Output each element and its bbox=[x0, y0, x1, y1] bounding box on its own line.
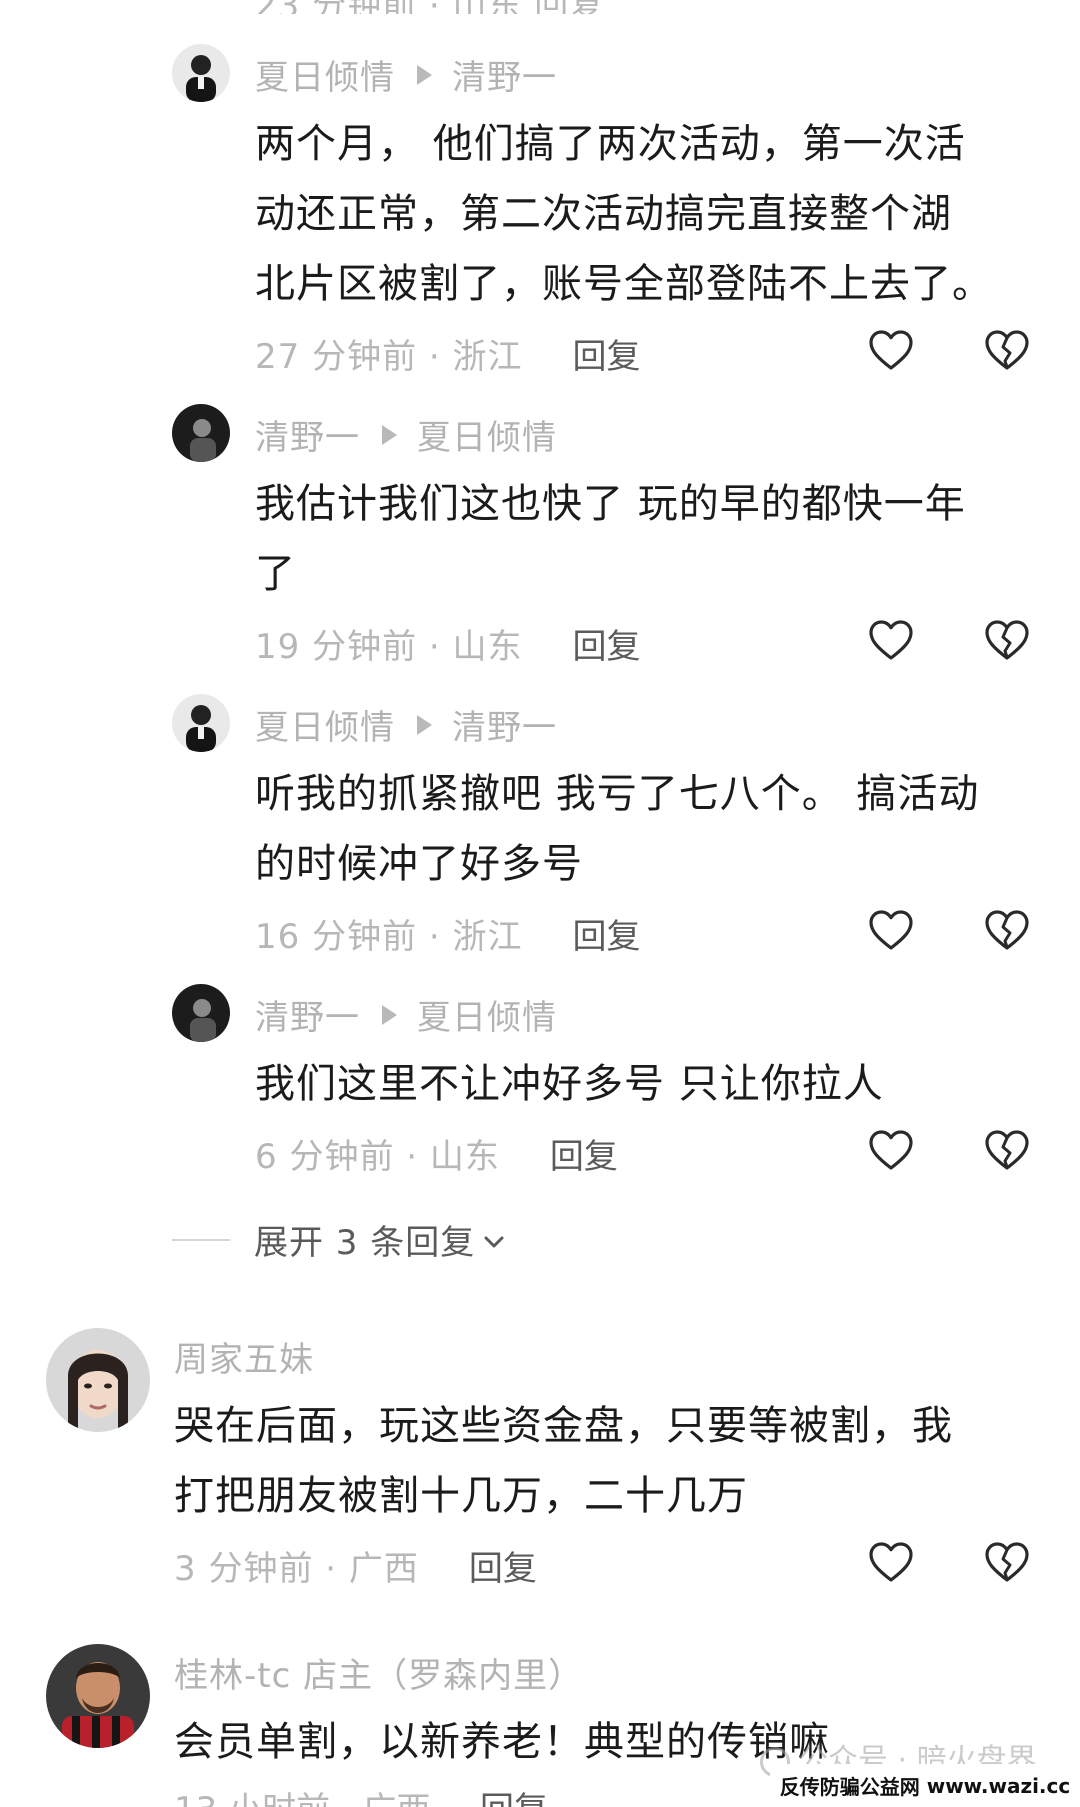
avatar[interactable] bbox=[172, 44, 230, 102]
time-location: 16 分钟前 · 浙江 bbox=[255, 917, 523, 957]
like-button[interactable] bbox=[866, 906, 916, 956]
heart-outline-icon bbox=[869, 620, 913, 660]
chevron-down-icon bbox=[484, 1236, 504, 1247]
heart-outline-icon bbox=[869, 1130, 913, 1170]
reply-button[interactable]: 回复 bbox=[480, 1786, 548, 1807]
reply-to-name[interactable]: 清野一 bbox=[452, 50, 557, 99]
author-name[interactable]: 夏日倾情 bbox=[255, 50, 395, 99]
reply-to-name[interactable]: 夏日倾情 bbox=[417, 990, 557, 1039]
time-location: 27 分钟前 · 浙江 bbox=[255, 337, 523, 377]
clipped-meta-text: 23 分钟前 · 山东 回复 bbox=[255, 0, 604, 14]
broken-heart-icon bbox=[985, 910, 1029, 950]
time-location: 13 小时前 · 广西 bbox=[174, 1786, 431, 1807]
broken-heart-icon bbox=[985, 620, 1029, 660]
broken-heart-icon bbox=[985, 1542, 1029, 1582]
avatar[interactable] bbox=[172, 984, 230, 1042]
reply-text-line: 我估计我们这也快了 玩的早的都快一年 bbox=[255, 481, 966, 527]
reply-text[interactable]: 听我的抓紧撤吧 我亏了七八个。 搞活动 的时候冲了好多号 bbox=[255, 759, 979, 899]
reply-button[interactable]: 回复 bbox=[573, 619, 641, 668]
like-button[interactable] bbox=[866, 1126, 916, 1176]
comment-header: 周家五妹 bbox=[174, 1332, 314, 1381]
divider bbox=[172, 1238, 230, 1241]
reply-button[interactable]: 回复 bbox=[550, 1129, 618, 1178]
author-name[interactable]: 桂林-tc 店主（罗森内里） bbox=[174, 1648, 583, 1697]
reply-arrow-icon bbox=[382, 424, 397, 445]
reply-item: 清野一 夏日倾情 我估计我们这也快了 玩的早的都快一年 了 19 分钟前 · 山… bbox=[0, 404, 1080, 674]
time-location: 3 分钟前 · 广西 bbox=[174, 1549, 419, 1589]
broken-heart-icon bbox=[985, 1130, 1029, 1170]
comment-item: 周家五妹 哭在后面，玩这些资金盘，只要等被割，我 打把朋友被割十几万，二十几万 … bbox=[0, 1328, 1080, 1590]
reply-meta: 27 分钟前 · 浙江 回复 bbox=[255, 329, 641, 378]
reply-header: 清野一 夏日倾情 bbox=[255, 410, 557, 459]
reply-arrow-icon bbox=[382, 1004, 397, 1025]
reply-arrow-icon bbox=[417, 64, 432, 85]
dislike-button[interactable] bbox=[982, 1126, 1032, 1176]
like-button[interactable] bbox=[866, 326, 916, 376]
broken-heart-icon bbox=[985, 330, 1029, 370]
reply-to-name[interactable]: 清野一 bbox=[452, 700, 557, 749]
reply-text-line: 两个月， 他们搞了两次活动，第一次活 bbox=[255, 121, 966, 167]
dislike-button[interactable] bbox=[982, 906, 1032, 956]
reply-meta: 16 分钟前 · 浙江 回复 bbox=[255, 909, 641, 958]
comment-text-line: 会员单割，以新养老！典型的传销嘛 bbox=[174, 1719, 830, 1765]
reply-text-line: 的时候冲了好多号 bbox=[255, 841, 583, 887]
reply-meta: 6 分钟前 · 山东 回复 bbox=[255, 1129, 618, 1178]
avatar[interactable] bbox=[46, 1328, 150, 1432]
author-name[interactable]: 清野一 bbox=[255, 410, 360, 459]
comment-text[interactable]: 哭在后面，玩这些资金盘，只要等被割，我 打把朋友被割十几万，二十几万 bbox=[174, 1391, 953, 1531]
reply-text[interactable]: 我们这里不让冲好多号 只让你拉人 bbox=[255, 1049, 884, 1119]
reply-text[interactable]: 两个月， 他们搞了两次活动，第一次活 动还正常，第二次活动搞完直接整个湖 北片区… bbox=[255, 109, 993, 319]
site-name: 反传防骗公益网 bbox=[779, 1775, 920, 1799]
avatar[interactable] bbox=[46, 1644, 150, 1748]
comment-text-line: 打把朋友被割十几万，二十几万 bbox=[174, 1473, 748, 1519]
reply-meta: 19 分钟前 · 山东 回复 bbox=[255, 619, 641, 668]
comment-header: 桂林-tc 店主（罗森内里） bbox=[174, 1648, 583, 1697]
avatar[interactable] bbox=[172, 694, 230, 752]
reply-button[interactable]: 回复 bbox=[573, 329, 641, 378]
reply-to-name[interactable]: 夏日倾情 bbox=[417, 410, 557, 459]
dislike-button[interactable] bbox=[982, 616, 1032, 666]
reply-arrow-icon bbox=[417, 714, 432, 735]
reply-text[interactable]: 我估计我们这也快了 玩的早的都快一年 了 bbox=[255, 469, 966, 609]
comment-text[interactable]: 会员单割，以新养老！典型的传销嘛 bbox=[174, 1707, 830, 1777]
like-button[interactable] bbox=[866, 1538, 916, 1588]
site-url: www.wazi.cc bbox=[926, 1773, 1071, 1798]
dislike-button[interactable] bbox=[982, 326, 1032, 376]
reply-button[interactable]: 回复 bbox=[573, 909, 641, 958]
reply-text-line: 北片区被割了，账号全部登陆不上去了。 bbox=[255, 261, 993, 307]
footer-banner: 反传防骗公益网 www.wazi.cc bbox=[770, 1764, 1080, 1807]
time-location: 19 分钟前 · 山东 bbox=[255, 627, 523, 667]
expand-replies-label: 展开 3 条回复 bbox=[254, 1223, 476, 1263]
reply-header: 清野一 夏日倾情 bbox=[255, 990, 557, 1039]
reply-text-line: 听我的抓紧撤吧 我亏了七八个。 搞活动 bbox=[255, 771, 980, 817]
reply-header: 夏日倾情 清野一 bbox=[255, 50, 557, 99]
author-name[interactable]: 夏日倾情 bbox=[255, 700, 395, 749]
reply-text-line: 动还正常，第二次活动搞完直接整个湖 bbox=[255, 191, 952, 237]
clipped-previous-meta: 23 分钟前 · 山东 回复 bbox=[0, 0, 1080, 14]
reply-header: 夏日倾情 清野一 bbox=[255, 700, 557, 749]
clipped-comment-meta: 13 小时前 · 广西 回复 bbox=[0, 1786, 770, 1807]
avatar[interactable] bbox=[172, 404, 230, 462]
expand-replies-button[interactable]: 展开 3 条回复 bbox=[172, 1215, 507, 1264]
like-button[interactable] bbox=[866, 616, 916, 666]
time-location: 6 分钟前 · 山东 bbox=[255, 1137, 500, 1177]
reply-button[interactable]: 回复 bbox=[469, 1541, 537, 1590]
heart-outline-icon bbox=[869, 1542, 913, 1582]
reply-item: 夏日倾情 清野一 两个月， 他们搞了两次活动，第一次活 动还正常，第二次活动搞完… bbox=[0, 44, 1080, 377]
reply-text-line: 了 bbox=[255, 551, 296, 597]
author-name[interactable]: 清野一 bbox=[255, 990, 360, 1039]
dislike-button[interactable] bbox=[982, 1538, 1032, 1588]
heart-outline-icon bbox=[869, 910, 913, 950]
author-name[interactable]: 周家五妹 bbox=[174, 1332, 314, 1381]
comment-meta: 3 分钟前 · 广西 回复 bbox=[174, 1541, 537, 1590]
reply-item: 清野一 夏日倾情 我们这里不让冲好多号 只让你拉人 6 分钟前 · 山东 回复 bbox=[0, 984, 1080, 1184]
reply-item: 夏日倾情 清野一 听我的抓紧撤吧 我亏了七八个。 搞活动 的时候冲了好多号 16… bbox=[0, 694, 1080, 964]
reply-text-line: 我们这里不让冲好多号 只让你拉人 bbox=[255, 1061, 884, 1107]
comment-text-line: 哭在后面，玩这些资金盘，只要等被割，我 bbox=[174, 1403, 953, 1449]
heart-outline-icon bbox=[869, 330, 913, 370]
